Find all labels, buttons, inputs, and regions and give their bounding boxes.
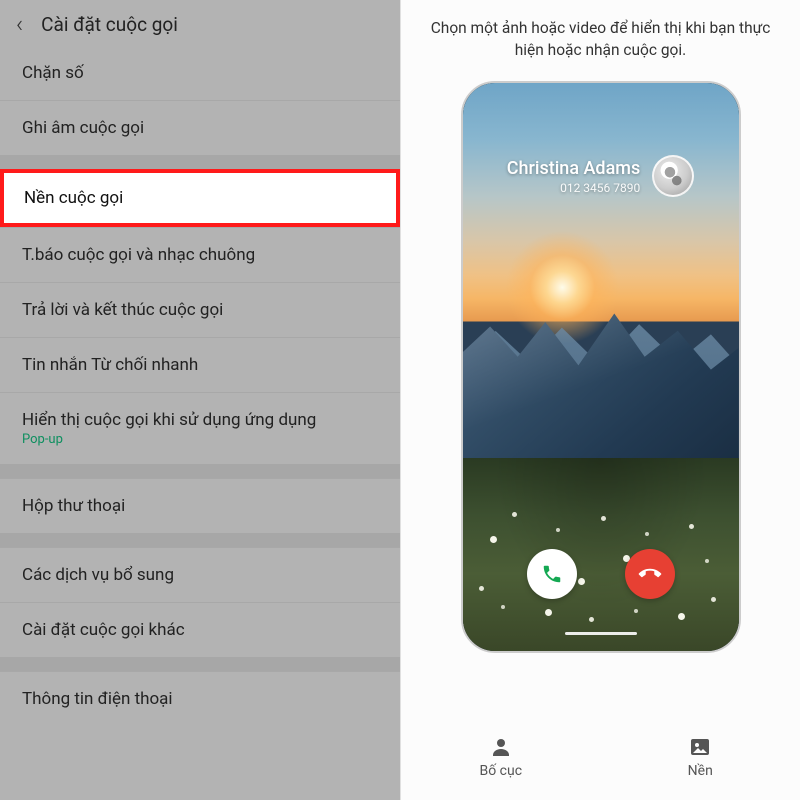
decline-call-button[interactable]	[625, 549, 675, 599]
phone-accept-icon	[541, 563, 563, 585]
settings-item-block-numbers[interactable]: Chặn số	[0, 46, 400, 100]
home-indicator	[565, 632, 637, 635]
settings-item-label: Trả lời và kết thúc cuộc gọi	[22, 300, 223, 320]
settings-item-label: Chặn số	[22, 63, 84, 83]
settings-item-sublabel: Pop-up	[22, 432, 378, 447]
image-icon	[688, 735, 712, 759]
settings-item-call-background[interactable]: Nền cuộc gọi	[0, 169, 400, 227]
caller-number: 012 3456 7890	[507, 181, 640, 195]
settings-item-label: Các dịch vụ bổ sung	[22, 565, 174, 585]
settings-item-alerts-ringtones[interactable]: T.báo cuộc gọi và nhạc chuông	[0, 227, 400, 282]
group-divider	[0, 155, 400, 169]
group-divider	[0, 533, 400, 547]
settings-item-label: Hiển thị cuộc gọi khi sử dụng ứng dụng	[22, 410, 316, 430]
back-icon[interactable]: ‹	[16, 12, 23, 36]
accept-call-button[interactable]	[527, 549, 577, 599]
group-divider	[0, 657, 400, 671]
settings-item-answer-end[interactable]: Trả lời và kết thúc cuộc gọi	[0, 282, 400, 337]
settings-item-voicemail[interactable]: Hộp thư thoại	[0, 478, 400, 533]
settings-item-call-recording[interactable]: Ghi âm cuộc gọi	[0, 100, 400, 155]
bottom-tabs: Bố cục Nền	[401, 714, 800, 800]
caller-info: Christina Adams 012 3456 7890	[463, 155, 739, 197]
layout-icon	[489, 735, 513, 759]
settings-item-label: Thông tin điện thoại	[22, 689, 173, 709]
call-background-panel: Chọn một ảnh hoặc video để hiển thị khi …	[400, 0, 800, 800]
settings-item-call-display-in-apps[interactable]: Hiển thị cuộc gọi khi sử dụng ứng dụng P…	[0, 392, 400, 464]
settings-item-label: T.báo cuộc gọi và nhạc chuông	[22, 245, 255, 265]
tab-background[interactable]: Nền	[601, 714, 800, 800]
settings-item-label: Tin nhắn Từ chối nhanh	[22, 355, 198, 375]
caller-name: Christina Adams	[507, 158, 640, 179]
settings-item-label: Ghi âm cuộc gọi	[22, 118, 144, 138]
page-title: Cài đặt cuộc gọi	[41, 13, 178, 36]
settings-item-label: Hộp thư thoại	[22, 496, 125, 516]
call-background-preview[interactable]: Christina Adams 012 3456 7890	[461, 81, 741, 653]
settings-item-phone-info[interactable]: Thông tin điện thoại	[0, 671, 400, 726]
settings-list: Chặn số Ghi âm cuộc gọi Nền cuộc gọi T.b…	[0, 46, 400, 726]
settings-item-quick-decline[interactable]: Tin nhắn Từ chối nhanh	[0, 337, 400, 392]
tab-layout[interactable]: Bố cục	[401, 714, 601, 800]
settings-panel: ‹ Cài đặt cuộc gọi Chặn số Ghi âm cuộc g…	[0, 0, 400, 800]
settings-item-other-call-settings[interactable]: Cài đặt cuộc gọi khác	[0, 602, 400, 657]
panel-description: Chọn một ảnh hoặc video để hiển thị khi …	[401, 0, 800, 71]
settings-item-supplementary-services[interactable]: Các dịch vụ bổ sung	[0, 547, 400, 602]
tab-label: Bố cục	[479, 763, 522, 779]
settings-item-label: Nền cuộc gọi	[24, 188, 123, 208]
preview-meadow	[463, 458, 739, 651]
phone-decline-icon	[634, 559, 665, 590]
settings-header: ‹ Cài đặt cuộc gọi	[0, 0, 400, 46]
group-divider	[0, 464, 400, 478]
avatar	[652, 155, 694, 197]
tab-label: Nền	[688, 763, 713, 779]
settings-item-label: Cài đặt cuộc gọi khác	[22, 620, 185, 640]
